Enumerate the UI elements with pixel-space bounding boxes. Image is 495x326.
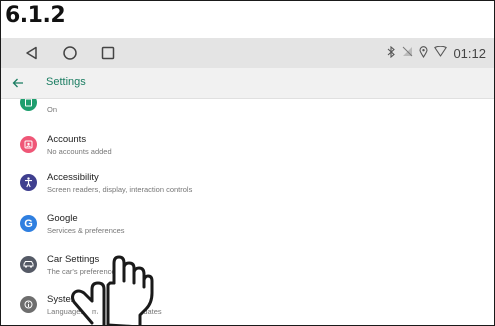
accessibility-icon bbox=[20, 174, 37, 191]
settings-item-subtitle: On bbox=[47, 105, 58, 114]
settings-item-title: Accounts bbox=[47, 134, 87, 145]
bluetooth-icon bbox=[387, 45, 396, 61]
location-icon bbox=[419, 45, 429, 61]
recents-square-icon[interactable] bbox=[97, 42, 119, 64]
settings-item-subtitle: No accounts added bbox=[47, 147, 112, 156]
page-title: Settings bbox=[46, 76, 86, 88]
clock: 01:12 bbox=[453, 45, 486, 61]
car-icon bbox=[20, 256, 37, 273]
settings-app-bar: Settings bbox=[1, 68, 494, 99]
settings-item-subtitle: Screen readers, display, interaction con… bbox=[47, 185, 193, 194]
pointing-hand-icon bbox=[71, 255, 154, 325]
signal-off-icon bbox=[402, 46, 413, 60]
settings-item-accounts[interactable]: Accounts No accounts added bbox=[1, 125, 494, 163]
settings-item-title: Accessibility bbox=[47, 172, 99, 183]
settings-item-accessibility[interactable]: Accessibility Screen readers, display, i… bbox=[1, 163, 494, 201]
google-icon: G bbox=[20, 215, 37, 232]
system-bar: 01:12 bbox=[1, 38, 494, 68]
status-icons: 01:12 bbox=[387, 38, 486, 68]
figure-caption: 6.1.2 bbox=[5, 3, 66, 28]
home-circle-icon[interactable] bbox=[59, 42, 81, 64]
display-icon bbox=[20, 99, 37, 111]
arrow-left-icon[interactable] bbox=[9, 74, 27, 92]
settings-item-display[interactable]: On bbox=[1, 99, 494, 121]
info-icon bbox=[20, 296, 37, 313]
wifi-icon bbox=[434, 45, 448, 60]
screenshot-frame: 6.1.2 01:12 Settings On Accounts No acco… bbox=[0, 0, 495, 326]
back-triangle-icon[interactable] bbox=[21, 42, 43, 64]
account-icon bbox=[20, 136, 37, 153]
